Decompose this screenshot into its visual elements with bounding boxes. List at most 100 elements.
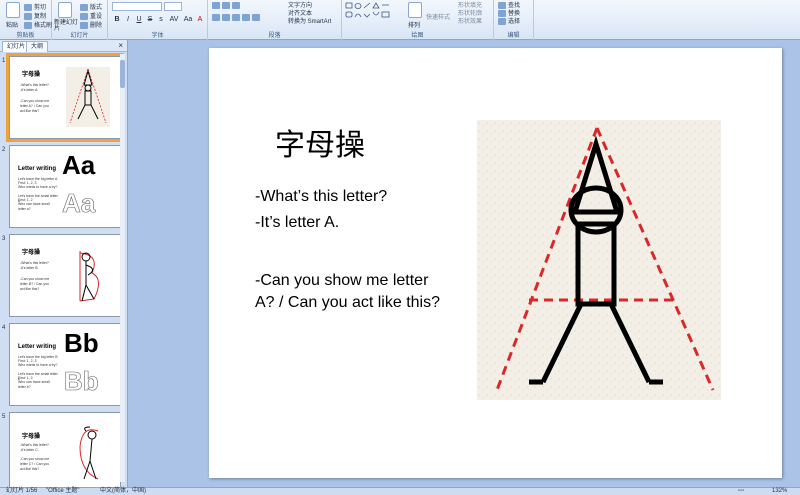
strikethrough-button[interactable]: S — [145, 15, 155, 24]
thumb-trace-letters: Bb — [64, 366, 99, 397]
slide-title[interactable]: 字母操 — [275, 120, 365, 164]
thumb-title: Letter writing — [18, 344, 57, 350]
reset-button[interactable]: 重设 — [80, 11, 102, 20]
slide-bullet-2[interactable]: -It’s letter A. — [255, 212, 445, 234]
font-group: B I U S s AV Aa A 字体 — [108, 0, 208, 40]
clipboard-group: 粘贴 剪切 复制 格式刷 剪贴板 — [0, 0, 52, 40]
drawing-group-label: 绘图 — [411, 33, 424, 39]
align-center-icon — [222, 14, 230, 21]
slides-group: 新建幻灯片 版式 重设 删除 幻灯片 — [52, 0, 108, 40]
layout-button[interactable]: 版式 — [80, 2, 102, 11]
close-icon[interactable]: × — [118, 41, 123, 50]
select-button[interactable]: 选择 — [498, 16, 520, 25]
slide-number: 1 — [2, 58, 6, 64]
thumb-big-letters: Bb — [64, 328, 99, 358]
char-spacing-button[interactable]: AV — [167, 15, 181, 24]
thumb-text: -Can you show me letter C? / Can you act… — [20, 457, 50, 471]
cut-icon — [24, 3, 32, 11]
quick-styles-button[interactable]: 快速样式 — [426, 12, 450, 21]
new-slide-icon[interactable] — [58, 2, 72, 18]
pane-tabs: 幻灯片 大纲 × — [0, 40, 127, 52]
paste-icon[interactable] — [6, 2, 20, 18]
layout-icon — [80, 3, 88, 11]
thumb-text: Who wants to have a try? — [18, 363, 58, 367]
justify-icon — [242, 14, 250, 21]
tab-outline[interactable]: 大纲 — [26, 41, 49, 52]
format-painter-button[interactable]: 格式刷 — [24, 20, 52, 29]
font-color-button[interactable]: A — [195, 15, 205, 24]
thumb-text: Who can trace small letter a? — [18, 202, 50, 211]
thumb-text: -It's letter A. — [20, 88, 39, 92]
drawing-group: 排列 快速样式 形状填充 形状轮廓 形状效果 绘图 — [342, 0, 494, 40]
thumb-title: 字母操 — [22, 72, 41, 78]
editing-group: 查找 替换 选择 编辑 — [494, 0, 534, 40]
font-group-label: 字体 — [151, 33, 164, 39]
thumb-text: -It's letter B. — [20, 266, 39, 270]
slide-editor: 字母操 -What’s this letter? -It’s letter A.… — [129, 40, 800, 487]
slide-thumbnail-preview[interactable]: Letter writing Let's trace the big lette… — [9, 145, 121, 228]
underline-button[interactable]: U — [134, 15, 144, 24]
slide-number: 4 — [2, 325, 6, 331]
zoom-level[interactable]: 132% — [772, 488, 787, 495]
slide-thumbnail-preview[interactable]: 字母操 -What's this letter? -It's letter C.… — [9, 412, 121, 487]
slide-number: 2 — [2, 147, 6, 153]
slides-pane: 幻灯片 大纲 × 1 字母操 -What's this letter? -It'… — [0, 40, 128, 487]
paragraph-group-label: 段落 — [268, 33, 281, 39]
slide-thumbnail-preview[interactable]: 字母操 -What's this letter? -It's letter A.… — [6, 53, 124, 142]
thumb-text: -It's letter C. — [20, 448, 39, 452]
thumbnail-scrollbar[interactable] — [120, 54, 125, 482]
slide-bullet-3[interactable]: -Can you show me letter A? / Can you act… — [255, 270, 445, 314]
copy-icon — [24, 12, 32, 20]
align-right-icon — [232, 14, 240, 21]
language-indicator[interactable]: 中文(简体，中国) — [100, 488, 146, 495]
letter-c-figure-thumbnail — [79, 426, 99, 480]
format-painter-icon — [24, 21, 32, 29]
align-buttons[interactable] — [212, 14, 262, 21]
theme-name: "Office 主题" — [46, 488, 80, 494]
font-name-field[interactable] — [112, 2, 162, 11]
thumb-title: 字母操 — [22, 434, 41, 440]
arrange-button[interactable]: 排列 — [408, 20, 420, 29]
letter-a-figure-thumbnail — [66, 67, 110, 127]
format-painter-label: 格式刷 — [34, 23, 53, 29]
indent-icon — [232, 2, 240, 9]
columns-icon — [252, 14, 260, 21]
delete-icon — [80, 21, 88, 29]
letter-b-figure-thumbnail — [79, 251, 99, 302]
slide-number: 3 — [2, 236, 6, 242]
shadow-button[interactable]: s — [156, 15, 166, 24]
copy-button[interactable]: 复制 — [24, 11, 46, 20]
slides-group-label: 幻灯片 — [70, 33, 89, 39]
slide-number: 5 — [2, 414, 6, 420]
thumb-text: -Can you show me letter B? / Can you act… — [20, 277, 50, 291]
smartart-button[interactable]: 转换为 SmartArt — [288, 16, 331, 25]
select-icon — [498, 17, 506, 25]
paragraph-group: 文字方向 对齐文本 转换为 SmartArt 段落 — [208, 0, 342, 40]
change-case-button[interactable]: Aa — [182, 15, 194, 24]
shapes-gallery-icon[interactable] — [345, 2, 405, 28]
view-buttons[interactable]: ▫▫▫ — [738, 488, 744, 495]
arrange-icon[interactable] — [408, 2, 422, 18]
bold-button[interactable]: B — [112, 15, 122, 24]
font-size-field[interactable] — [164, 2, 182, 11]
reset-icon — [80, 12, 88, 20]
slide-bullet-1[interactable]: -What’s this letter? — [255, 186, 445, 208]
current-slide[interactable]: 字母操 -What’s this letter? -It’s letter A.… — [209, 48, 782, 478]
thumb-trace-letters: Aa — [62, 188, 96, 219]
slide-thumbnail-preview[interactable]: Letter writing Let's trace the big lette… — [9, 323, 121, 406]
letter-a-stick-figure-image[interactable] — [477, 120, 721, 400]
italic-button[interactable]: I — [123, 15, 133, 24]
scrollbar-thumb[interactable] — [120, 60, 125, 88]
cut-button[interactable]: 剪切 — [24, 2, 46, 11]
bullets-icon — [212, 2, 220, 9]
slide-count: 幻灯片 1/56 — [6, 488, 38, 494]
clipboard-group-label: 剪贴板 — [16, 33, 35, 39]
slide-thumbnail-preview[interactable]: 字母操 -What's this letter? -It's letter B.… — [9, 234, 121, 317]
delete-label: 删除 — [90, 23, 103, 29]
delete-slide-button[interactable]: 删除 — [80, 20, 102, 29]
ribbon: 粘贴 剪切 复制 格式刷 剪贴板 新建幻灯片 版式 重设 删除 幻灯片 B I … — [0, 0, 800, 40]
bullets-button[interactable] — [212, 2, 242, 9]
paste-button[interactable]: 粘贴 — [6, 20, 18, 29]
numbering-icon — [222, 2, 230, 9]
shape-effects-button[interactable]: 形状效果 — [458, 16, 482, 25]
